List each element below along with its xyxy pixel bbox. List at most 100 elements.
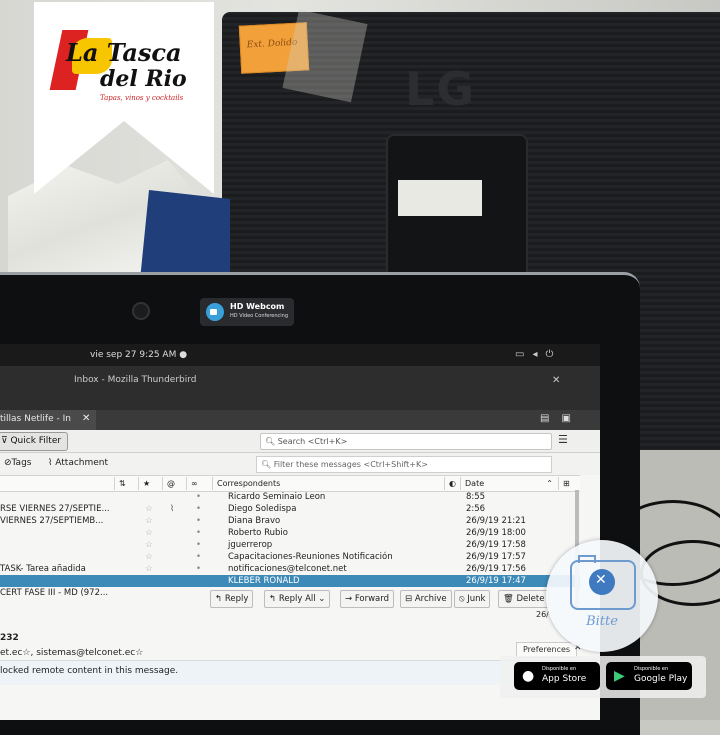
column-thread-icon[interactable]: ⇅ xyxy=(114,477,137,490)
unread-dot-icon[interactable]: • xyxy=(196,539,201,551)
unread-dot-icon[interactable]: • xyxy=(196,491,201,503)
message-from: Diana Bravo xyxy=(228,516,281,526)
forward-button[interactable]: → Forward xyxy=(340,590,395,608)
message-date: 26/9/19 17:56 xyxy=(466,564,526,574)
trash-icon: 🗑︎ xyxy=(503,594,517,604)
search-icon: 🔍︎ xyxy=(261,460,274,469)
column-picker-icon[interactable]: ⊞ xyxy=(558,477,577,490)
quick-filter-button[interactable]: ⊽ Quick Filter xyxy=(0,432,69,451)
restaurant-logo: La Tasca del Rio Tapas, vinos y cocktail… xyxy=(48,18,198,108)
column-date[interactable]: Date ⌃ xyxy=(460,477,557,490)
app-store-label: App Store xyxy=(542,674,587,684)
message-row[interactable]: RSE VIERNES 27/SEPTIE... ☆ ⌇ • Diego Sol… xyxy=(0,503,580,515)
message-id-fragment: 232 xyxy=(0,633,19,643)
message-row[interactable]: TASK- Tarea añadida ☆ • notificaciones@t… xyxy=(0,563,580,575)
archive-button[interactable]: ⊟ Archive xyxy=(400,590,452,608)
tab-inbox[interactable]: tillas Netlife - In ✕ xyxy=(0,410,96,430)
reply-all-icon: ↰ xyxy=(269,594,279,604)
calendar-icon[interactable]: ▤ xyxy=(540,413,561,424)
quick-filter-bar: ⊘Tags ⌇ Attachment 🔍︎ Filter these messa… xyxy=(0,453,600,475)
webcam-subtitle: HD Video Conferencing xyxy=(230,313,289,319)
read-status-icon[interactable]: ∞ xyxy=(186,477,209,490)
message-date: 26/9/19 17:57 xyxy=(466,552,526,562)
message-subject: VIERNES 27/SEPTIEMB... xyxy=(0,516,104,526)
volume-icon[interactable]: ◂ xyxy=(532,349,545,360)
star-icon[interactable]: ☆ xyxy=(145,551,153,563)
message-from: Ricardo Seminaio Leon xyxy=(228,492,326,502)
unread-dot-icon[interactable]: • xyxy=(196,563,201,575)
webcam-lens xyxy=(132,302,150,320)
window-title: Inbox - Mozilla Thunderbird xyxy=(74,375,197,385)
message-from: KLEBER RONALD xyxy=(228,576,300,586)
quick-filter-label: Quick Filter xyxy=(10,436,62,446)
message-from: Roberto Rubio xyxy=(228,528,288,538)
star-icon[interactable]: ★ xyxy=(138,477,161,490)
webcam-title: HD Webcom xyxy=(230,302,285,311)
junk-label: Junk xyxy=(467,594,486,604)
message-date: 26/9/19 21:21 xyxy=(466,516,526,526)
star-icon[interactable]: ☆ xyxy=(145,527,153,539)
play-icon: ▶ xyxy=(614,668,625,684)
message-from: Capacitaciones-Reuniones Notificación xyxy=(228,552,393,562)
star-icon[interactable]: ☆ xyxy=(145,515,153,527)
star-icon[interactable]: ☆ xyxy=(145,539,153,551)
search-input[interactable]: 🔍︎ Search <Ctrl+K> xyxy=(260,433,552,450)
webcam-badge: HD Webcom HD Video Conferencing xyxy=(200,298,294,326)
column-subject[interactable] xyxy=(0,477,114,490)
apple-icon: ● xyxy=(522,668,535,684)
archive-icon: ⊟ xyxy=(405,594,415,604)
logo-line-1: La Tasca xyxy=(66,38,182,67)
screen-icon[interactable]: ▭ xyxy=(515,349,532,360)
junk-button[interactable]: ⦸ Junk xyxy=(454,590,491,608)
message-list: • Ricardo Seminaio Leon 8:55 RSE VIERNES… xyxy=(0,491,580,599)
message-from: Diego Soledispa xyxy=(228,504,297,514)
message-row[interactable]: • Ricardo Seminaio Leon 8:55 xyxy=(0,491,580,503)
blue-box xyxy=(140,190,230,280)
unread-dot-icon[interactable]: • xyxy=(196,527,201,539)
app-store-button[interactable]: ● Disponible en App Store xyxy=(514,662,600,690)
clock[interactable]: vie sep 27 9:25 AM ● xyxy=(90,350,187,360)
recipients-line[interactable]: et.ec☆, sistemas@telconet.ec☆ xyxy=(0,648,143,658)
message-row[interactable]: ☆ • Capacitaciones-Reuniones Notificació… xyxy=(0,551,580,563)
unread-dot-icon[interactable]: • xyxy=(196,515,201,527)
delete-button[interactable]: 🗑︎ Delete xyxy=(498,590,550,608)
sort-chevron-icon: ⌃ xyxy=(546,479,553,488)
reply-label: Reply xyxy=(224,594,249,604)
monitor-brand: LG xyxy=(405,62,477,116)
google-play-label: Google Play xyxy=(634,674,688,684)
close-icon[interactable]: ✕ xyxy=(552,375,560,386)
message-row-selected[interactable]: KLEBER RONALD 26/9/19 17:47 xyxy=(0,575,580,587)
tab-label: tillas Netlife - In xyxy=(0,414,71,424)
unread-dot-icon[interactable]: • xyxy=(196,551,201,563)
power-icon[interactable]: ⏻ xyxy=(545,349,561,360)
attachment-label: Attachment xyxy=(55,458,109,468)
column-correspondents[interactable]: Correspondents xyxy=(212,477,445,490)
message-row[interactable]: ☆ • Roberto Rubio 26/9/19 18:00 xyxy=(0,527,580,539)
tab-bar-icons: ▤▣ xyxy=(540,413,583,424)
star-icon[interactable]: ☆ xyxy=(145,503,153,515)
reply-button[interactable]: ↰ Reply xyxy=(210,590,254,608)
tab-bar: tillas Netlife - In ✕ ▤▣ xyxy=(0,410,600,430)
menu-icon[interactable]: ☰ xyxy=(558,433,568,446)
column-header: ⇅ ★ @ ∞ Correspondents ◐ Date ⌃ ⊞ xyxy=(0,475,580,492)
junk-status-icon[interactable]: ◐ xyxy=(444,477,461,490)
message-row[interactable]: VIERNES 27/SEPTIEMB... ☆ • Diana Bravo 2… xyxy=(0,515,580,527)
search-icon: 🔍︎ xyxy=(265,437,278,446)
filter-messages-input[interactable]: 🔍︎ Filter these messages <Ctrl+Shift+K> xyxy=(256,456,552,473)
tab-close-icon[interactable]: ✕ xyxy=(82,413,90,424)
attachment-column-icon[interactable]: @ xyxy=(162,477,185,490)
unread-dot-icon[interactable]: • xyxy=(196,503,201,515)
app-store-sub: Disponible en xyxy=(542,666,577,672)
star-icon[interactable]: ☆ xyxy=(145,563,153,575)
tasks-icon[interactable]: ▣ xyxy=(561,413,582,424)
attachment-filter-button[interactable]: ⌇ Attachment xyxy=(48,458,108,468)
system-tray[interactable]: ▭◂⏻ xyxy=(515,349,561,360)
paperclip-icon: ⌇ xyxy=(170,504,175,514)
reply-all-button[interactable]: ↰ Reply All ⌄ xyxy=(264,590,331,608)
tags-filter-button[interactable]: ⊘Tags xyxy=(4,458,31,468)
filter-placeholder: Filter these messages <Ctrl+Shift+K> xyxy=(273,460,428,469)
date-column-label: Date xyxy=(465,479,485,488)
google-play-button[interactable]: ▶ Disponible en Google Play xyxy=(606,662,692,690)
message-row[interactable]: ☆ • jguerrerop 26/9/19 17:58 xyxy=(0,539,580,551)
bitte-logo[interactable]: Bitte xyxy=(546,540,658,652)
